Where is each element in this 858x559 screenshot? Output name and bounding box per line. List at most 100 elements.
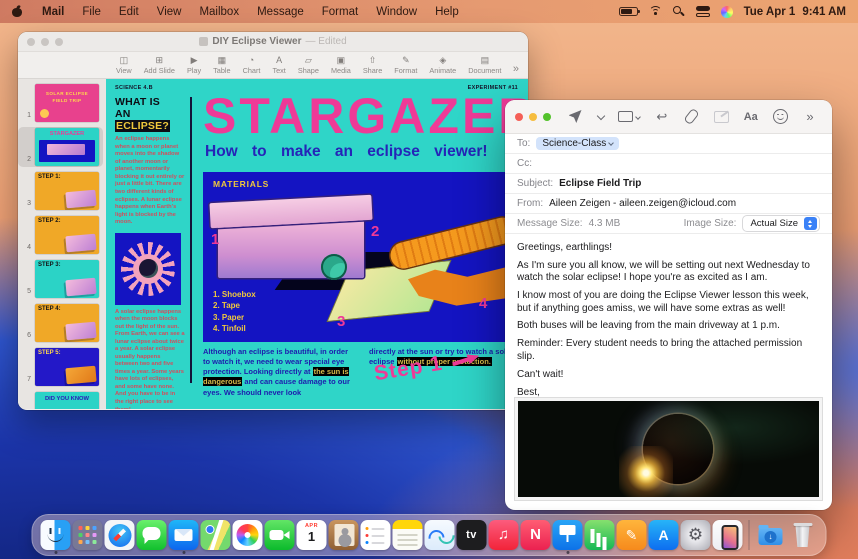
slide-thumbnail[interactable]: 3 STEP 1: — [18, 171, 103, 211]
dock-mail-icon[interactable] — [168, 516, 200, 554]
dock-notes-icon[interactable] — [392, 516, 424, 554]
toolbar-button[interactable]: ▦ Table — [207, 56, 236, 74]
dock-iphone-mirroring-icon[interactable] — [712, 516, 744, 554]
dock-calendar-icon[interactable]: APR 1 — [296, 516, 328, 554]
dock-reminders-icon[interactable] — [360, 516, 392, 554]
menu-item[interactable]: Format — [313, 6, 367, 18]
to-field[interactable]: To: Science-Class — [505, 134, 832, 154]
callout-number: 3 — [337, 314, 345, 329]
eclipse-flare-icon — [619, 446, 673, 500]
dock-downloads-icon[interactable] — [755, 516, 787, 554]
battery-icon[interactable] — [619, 7, 638, 16]
dock-safari-icon[interactable] — [104, 516, 136, 554]
materials-panel: MATERIALS 1 2 3 4 1. Shoebox2. Tape3. Pa… — [203, 172, 528, 342]
menu-bar-date[interactable]: Tue Apr 1 — [744, 6, 796, 18]
menu-item[interactable]: Window — [367, 6, 426, 18]
cc-field[interactable]: Cc: — [505, 154, 832, 174]
materials-list-item: 1. Shoebox — [213, 289, 256, 301]
undo-icon[interactable] — [654, 109, 670, 125]
dock-freeform-icon[interactable] — [424, 516, 456, 554]
recipient-token[interactable]: Science-Class — [536, 137, 619, 150]
header-fields-icon[interactable] — [618, 109, 640, 125]
dock-messages-icon[interactable] — [136, 516, 168, 554]
color-wheel-icon[interactable] — [721, 6, 733, 18]
dock-appletv-icon[interactable]: tv — [456, 516, 488, 554]
minimize-button[interactable] — [41, 38, 49, 46]
zoom-button[interactable] — [55, 38, 63, 46]
slide-subtitle: How to make an eclipse viewer! — [205, 143, 488, 161]
control-center-icon[interactable] — [696, 6, 710, 17]
dock-finder-icon[interactable] — [40, 516, 72, 554]
dock-appstore-icon[interactable]: A — [648, 516, 680, 554]
subject-field[interactable]: Subject: Eclipse Field Trip — [505, 174, 832, 194]
menu-item[interactable]: Mail — [33, 6, 73, 18]
dock-maps-icon[interactable] — [200, 516, 232, 554]
menu-item[interactable]: Message — [248, 6, 313, 18]
dock-settings-icon[interactable] — [680, 516, 712, 554]
from-field[interactable]: From: Aileen Zeigen - aileen.zeigen@iclo… — [505, 194, 832, 214]
slide-thumbnail[interactable]: 1 SOLAR ECLIPSE FIELD TRIP — [18, 83, 103, 123]
message-size-row: Message Size: 4.3 MB Image Size: Actual … — [505, 214, 832, 234]
dock-news-icon[interactable]: N — [520, 516, 552, 554]
overflow-icon[interactable]: » — [802, 109, 818, 125]
toolbar-button[interactable]: ◔ Chart — [237, 56, 267, 74]
minimize-button[interactable] — [529, 113, 537, 121]
dock-facetime-icon[interactable] — [264, 516, 296, 554]
send-icon[interactable] — [567, 109, 583, 125]
message-paragraph: Can't wait! — [517, 369, 820, 381]
chevron-down-icon[interactable] — [597, 109, 605, 125]
materials-list-item: 4. Tinfoil — [213, 323, 256, 335]
zoom-button[interactable] — [543, 113, 551, 121]
toolbar-button[interactable]: ✎ Format — [388, 56, 423, 74]
close-button[interactable] — [27, 38, 35, 46]
tape-illustration — [321, 254, 347, 280]
menu-item[interactable]: Mailbox — [190, 6, 248, 18]
format-icon[interactable]: Aa — [743, 109, 759, 125]
menu-item[interactable]: View — [148, 6, 191, 18]
slide-thumbnail[interactable]: 7 STEP 5: — [18, 347, 103, 387]
dock-launchpad-icon[interactable] — [72, 516, 104, 554]
toolbar-button[interactable]: ▶ Play — [181, 56, 207, 74]
toolbar-button[interactable]: ⊞ Add Slide — [138, 56, 181, 74]
wifi-icon[interactable] — [649, 6, 662, 17]
dock-trash-icon[interactable] — [787, 516, 819, 554]
toolbar-button[interactable]: A Text — [266, 56, 291, 74]
apple-menu-icon[interactable] — [12, 5, 23, 18]
menu-item[interactable]: File — [73, 6, 110, 18]
menu-bar-clock[interactable]: 9:41 AM — [802, 6, 846, 18]
slide-thumbnail[interactable]: 4 STEP 2: — [18, 215, 103, 255]
menu-item[interactable]: Edit — [110, 6, 148, 18]
window-controls — [515, 113, 551, 121]
menu-item[interactable]: Help — [426, 6, 468, 18]
dock-numbers-icon[interactable] — [584, 516, 616, 554]
toolbar-button[interactable]: ⇧ Share — [357, 56, 388, 74]
dock-keynote-icon[interactable] — [552, 516, 584, 554]
close-button[interactable] — [515, 113, 523, 121]
toolbar-button[interactable]: ▤ Document — [462, 56, 507, 74]
dock-photos-icon[interactable] — [232, 516, 264, 554]
slide-canvas[interactable]: SCIENCE 4.B EXPERIMENT #11 WHAT IS AN EC… — [106, 79, 528, 409]
toolbar-button[interactable]: ▱ Shape — [292, 56, 325, 74]
dock-contacts-icon[interactable] — [328, 516, 360, 554]
toolbar-button[interactable]: ◫ View — [110, 56, 138, 74]
search-icon[interactable] — [673, 6, 685, 18]
tinfoil-roll-illustration — [388, 215, 518, 271]
toolbar-button[interactable]: ▣ Media — [325, 56, 357, 74]
toolbar-button[interactable]: ◈ Animate — [423, 56, 462, 74]
running-indicator — [182, 551, 185, 554]
dock-music-icon[interactable] — [488, 516, 520, 554]
image-size-select[interactable]: Actual Size — [742, 215, 820, 232]
slide-thumbnail[interactable]: 6 STEP 4: — [18, 303, 103, 343]
slide-thumbnail[interactable]: 8 DID YOU KNOW — [18, 391, 103, 409]
emoji-icon[interactable] — [772, 109, 788, 125]
attachment-eclipse-photo[interactable] — [515, 398, 822, 500]
message-body[interactable]: Greetings, earthlings!As I'm sure you al… — [505, 234, 832, 398]
slide-thumbnail[interactable]: 5 STEP 3: — [18, 259, 103, 299]
materials-title: MATERIALS — [213, 179, 269, 189]
markup-icon[interactable] — [713, 109, 729, 125]
slide-thumbnail[interactable]: 2 STARGAZER — [18, 127, 103, 167]
toolbar-overflow-icon[interactable]: » — [513, 63, 519, 75]
attach-icon[interactable] — [684, 109, 700, 125]
chevron-down-icon — [608, 140, 614, 146]
dock-pages-icon[interactable] — [616, 516, 648, 554]
